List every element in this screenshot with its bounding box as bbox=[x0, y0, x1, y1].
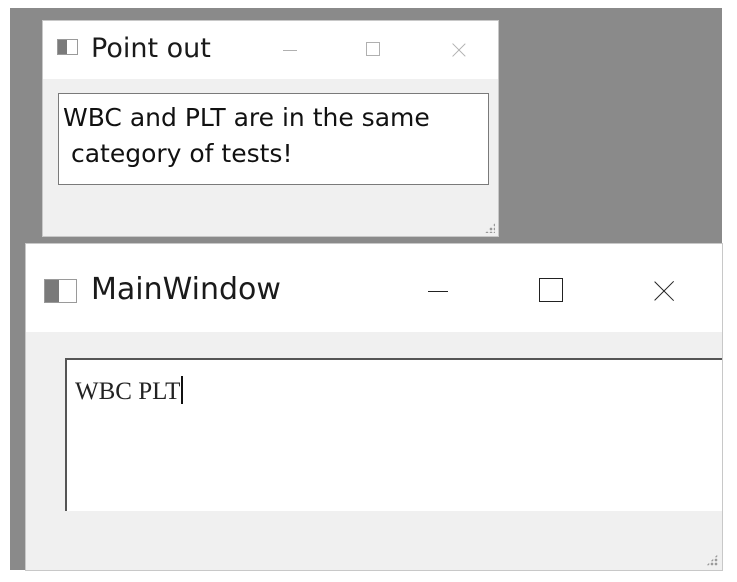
text-input-area[interactable]: WBC PLT bbox=[65, 358, 722, 511]
main-window: MainWindow WBC PLT bbox=[26, 244, 722, 570]
close-icon[interactable] bbox=[654, 281, 673, 300]
resize-grip-icon[interactable] bbox=[485, 223, 495, 233]
maximize-icon[interactable] bbox=[366, 42, 380, 56]
dialog-titlebar[interactable]: Point out bbox=[43, 21, 498, 79]
app-window-icon bbox=[44, 279, 77, 303]
resize-grip-icon[interactable] bbox=[706, 554, 718, 566]
app-window-icon bbox=[57, 39, 78, 55]
input-text: WBC PLT bbox=[75, 378, 181, 405]
close-icon[interactable] bbox=[452, 43, 465, 56]
main-window-titlebar[interactable]: MainWindow bbox=[26, 244, 722, 332]
dialog-title: Point out bbox=[91, 33, 211, 64]
minimize-icon[interactable] bbox=[283, 49, 297, 51]
point-out-dialog: Point out WBC and PLT are in the same ca… bbox=[43, 21, 498, 236]
maximize-icon[interactable] bbox=[539, 278, 563, 302]
text-caret bbox=[181, 376, 184, 404]
main-window-title: MainWindow bbox=[91, 272, 281, 307]
desktop-background: Point out WBC and PLT are in the same ca… bbox=[10, 8, 722, 570]
minimize-icon[interactable] bbox=[428, 290, 448, 292]
dialog-message: WBC and PLT are in the same category of … bbox=[58, 93, 489, 185]
